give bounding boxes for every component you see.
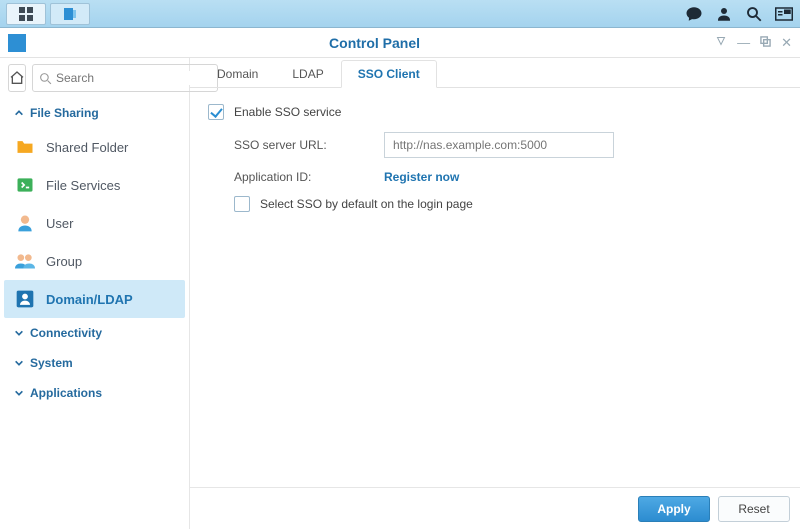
sso-url-input[interactable]: [384, 132, 614, 158]
controlpanel-icon: [63, 7, 77, 21]
file-services-icon: [14, 174, 36, 196]
taskbar: [0, 0, 800, 28]
home-icon: [9, 70, 25, 86]
tab-domain[interactable]: Domain: [200, 60, 275, 87]
group-icon: [14, 250, 36, 272]
row-default-sso: Select SSO by default on the login page: [208, 196, 782, 212]
row-sso-url: SSO server URL:: [208, 132, 782, 158]
folder-icon: [14, 136, 36, 158]
taskbar-apps: [6, 3, 90, 25]
row-app-id: Application ID: Register now: [208, 170, 782, 184]
tab-sso-client[interactable]: SSO Client: [341, 60, 437, 88]
sidebar: File Sharing Shared Folder File Services…: [0, 58, 190, 529]
window-title: Control Panel: [34, 35, 715, 51]
sidebar-item-shared-folder[interactable]: Shared Folder: [0, 128, 189, 166]
chevron-up-icon: [14, 108, 24, 118]
apply-button[interactable]: Apply: [638, 496, 710, 522]
sidebar-item-domain-ldap[interactable]: Domain/LDAP: [4, 280, 185, 318]
sso-url-label: SSO server URL:: [234, 138, 384, 152]
sidebar-item-user[interactable]: User: [0, 204, 189, 242]
chevron-down-icon: [14, 358, 24, 368]
section-connectivity[interactable]: Connectivity: [0, 318, 189, 348]
sidebar-item-file-services[interactable]: File Services: [0, 166, 189, 204]
search-icon[interactable]: [744, 4, 764, 24]
chevron-down-icon: [14, 328, 24, 338]
section-applications[interactable]: Applications: [0, 378, 189, 408]
chevron-down-icon: [14, 388, 24, 398]
sidebar-item-label: User: [46, 216, 73, 231]
maximize-button[interactable]: [760, 35, 771, 51]
tab-ldap[interactable]: LDAP: [275, 60, 340, 87]
tabs: Domain LDAP SSO Client: [190, 58, 800, 88]
section-system[interactable]: System: [0, 348, 189, 378]
window-icon: [8, 34, 26, 52]
enable-sso-label: Enable SSO service: [234, 105, 341, 119]
grid-icon: [19, 7, 33, 21]
content-area: Enable SSO service SSO server URL: Appli…: [190, 88, 800, 487]
enable-sso-checkbox[interactable]: [208, 104, 224, 120]
section-file-sharing[interactable]: File Sharing: [0, 98, 189, 128]
taskbar-tray: [684, 4, 794, 24]
taskbar-app-grid[interactable]: [6, 3, 46, 25]
home-button[interactable]: [8, 64, 26, 92]
default-sso-checkbox[interactable]: [234, 196, 250, 212]
domain-ldap-icon: [14, 288, 36, 310]
minimize-button[interactable]: —: [737, 35, 750, 51]
widgets-icon[interactable]: [774, 4, 794, 24]
chat-icon[interactable]: [684, 4, 704, 24]
sidebar-item-label: Domain/LDAP: [46, 292, 133, 307]
sidebar-item-label: File Services: [46, 178, 120, 193]
close-button[interactable]: ✕: [781, 35, 792, 51]
user-icon: [14, 212, 36, 234]
footer: Apply Reset: [190, 487, 800, 529]
section-label: Connectivity: [30, 326, 102, 340]
taskbar-app-controlpanel[interactable]: [50, 3, 90, 25]
default-sso-label: Select SSO by default on the login page: [260, 197, 473, 211]
sidebar-item-group[interactable]: Group: [0, 242, 189, 280]
pin-icon[interactable]: [715, 35, 727, 51]
main-panel: Domain LDAP SSO Client Enable SSO servic…: [190, 58, 800, 529]
window-titlebar: Control Panel — ✕: [0, 28, 800, 58]
search-icon: [39, 72, 52, 85]
section-label: System: [30, 356, 73, 370]
reset-button[interactable]: Reset: [718, 496, 790, 522]
search-input[interactable]: [56, 71, 211, 85]
sidebar-item-label: Group: [46, 254, 82, 269]
row-enable-sso: Enable SSO service: [208, 104, 782, 120]
user-icon[interactable]: [714, 4, 734, 24]
sidebar-item-label: Shared Folder: [46, 140, 128, 155]
appid-label: Application ID:: [234, 170, 384, 184]
register-now-link[interactable]: Register now: [384, 170, 459, 184]
window-controls: — ✕: [715, 35, 792, 51]
section-label: Applications: [30, 386, 102, 400]
section-label: File Sharing: [30, 106, 99, 120]
